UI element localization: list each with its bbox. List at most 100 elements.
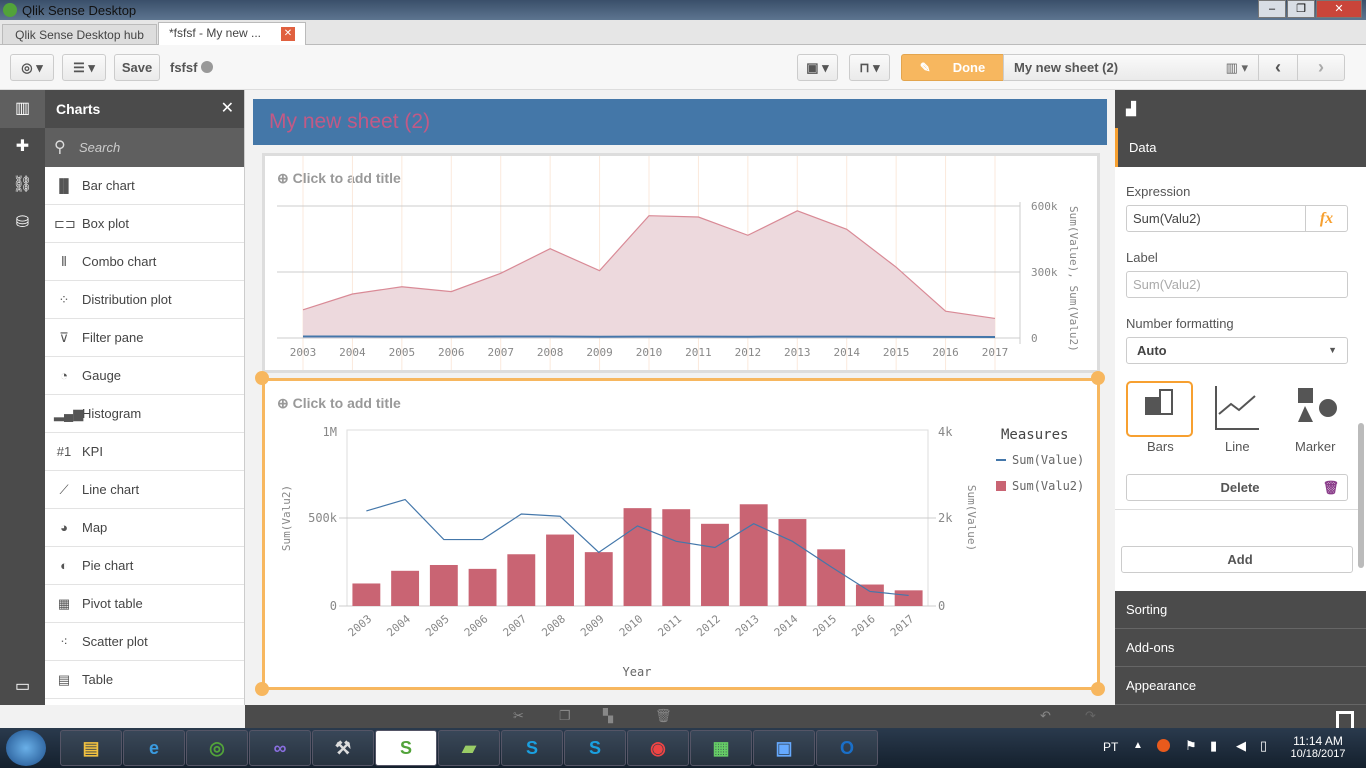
combo-chart[interactable]: ⊕ Click to add title 0 0 500k 2k 1M 4k 2003 200… xyxy=(262,378,1100,690)
explorer-icon[interactable]: ▤ xyxy=(60,730,122,766)
label-input[interactable]: Sum(Valu2) xyxy=(1126,271,1348,298)
skype-business-icon[interactable]: S xyxy=(564,730,626,766)
bar-sum-valu2 xyxy=(584,552,613,606)
chart-type-item[interactable]: ⫴ Combo chart xyxy=(45,243,244,281)
qlik-sense-icon[interactable]: S xyxy=(375,730,437,766)
qlikview-icon[interactable]: ◎ xyxy=(186,730,248,766)
panel-footer xyxy=(1115,705,1366,728)
x-tick-label: 2004 xyxy=(339,346,366,359)
scrollbar[interactable] xyxy=(1358,423,1364,568)
redo-icon[interactable]: ↷ xyxy=(1085,708,1096,724)
chart-type-item[interactable]: ⟋ Line chart xyxy=(45,471,244,509)
toggle-panel-icon[interactable] xyxy=(1336,711,1354,728)
chart-type-item[interactable]: ◐ Pie chart xyxy=(45,547,244,585)
network-icon[interactable]: ▯ xyxy=(1260,738,1267,754)
internet-explorer-icon[interactable]: e xyxy=(123,730,185,766)
bar-sum-valu2 xyxy=(546,534,574,606)
resize-handle-icon[interactable] xyxy=(255,371,269,385)
resize-handle-icon[interactable] xyxy=(1091,682,1105,696)
properties-header: ▟ xyxy=(1115,90,1366,128)
sheet-selector[interactable]: My new sheet (2) ▥ ▾ xyxy=(1003,54,1259,81)
chart-type-item[interactable]: ◕ Map xyxy=(45,509,244,547)
copy-icon[interactable]: ❐ xyxy=(559,708,571,724)
x-tick-label: 2005 xyxy=(423,612,452,639)
chart-type-item[interactable]: ◔ Gauge xyxy=(45,357,244,395)
volume-icon[interactable]: ◀ xyxy=(1236,738,1246,754)
chart-type-item[interactable]: ▐▌ Bar chart xyxy=(45,167,244,205)
remote-desktop-icon[interactable]: ▣ xyxy=(753,730,815,766)
minimize-button[interactable]: ‒ xyxy=(1258,0,1286,18)
addons-section[interactable]: Add-ons xyxy=(1115,629,1366,667)
clock[interactable]: 11:14 AM 10/18/2017 xyxy=(1287,734,1349,760)
marker-type-button[interactable] xyxy=(1298,388,1338,428)
chart-type-item[interactable]: ⁖ Scatter plot xyxy=(45,623,244,661)
fx-button[interactable]: fx xyxy=(1305,206,1347,231)
outlook-icon[interactable]: O xyxy=(816,730,878,766)
y-tick-label: 0 xyxy=(1031,332,1038,345)
resize-handle-icon[interactable] xyxy=(1091,371,1105,385)
tab-sheet[interactable]: *fsfsf - My new ... ✕ xyxy=(158,22,306,46)
line-type-button[interactable] xyxy=(1215,386,1259,430)
chart-type-item[interactable]: ⁘ Distribution plot xyxy=(45,281,244,319)
number-formatting-select[interactable]: Auto ▼ xyxy=(1126,337,1348,364)
chart-type-icon: ◐ xyxy=(60,558,68,573)
more-icon[interactable] xyxy=(201,61,214,73)
sorting-section[interactable]: Sorting xyxy=(1115,591,1366,629)
menu-button[interactable]: ☰ ▾ xyxy=(62,54,106,81)
tray-arrow-icon[interactable]: ▲ xyxy=(1133,740,1143,751)
undo-icon[interactable]: ↶ xyxy=(1040,708,1051,724)
master-items-rail-button[interactable]: ⛁ xyxy=(0,204,45,242)
flag-icon[interactable]: ⚑ xyxy=(1185,738,1197,754)
update-icon[interactable] xyxy=(1157,739,1170,752)
expression-input[interactable]: Sum(Valu2) fx xyxy=(1126,205,1348,232)
delete-button[interactable]: Delete 🗑 xyxy=(1126,474,1348,501)
area-chart[interactable]: ⊕ Click to add title 0 300k 600k 2003 2004 20… xyxy=(262,153,1100,373)
chart-type-item[interactable]: #1 KPI xyxy=(45,433,244,471)
charts-panel-header: Charts ✕ xyxy=(45,90,244,128)
paste-icon[interactable]: ▚ xyxy=(603,708,613,724)
bar-sum-valu2 xyxy=(701,523,729,606)
save-button[interactable]: Save xyxy=(114,54,160,81)
skype-icon[interactable]: S xyxy=(501,730,563,766)
add-button[interactable]: Add xyxy=(1121,546,1353,573)
done-button[interactable]: ✎ Done xyxy=(901,54,1004,81)
previous-sheet-button[interactable]: ‹ xyxy=(1258,54,1298,81)
bookmark-button[interactable]: ⊓ ▾ xyxy=(849,54,890,81)
tab-hub[interactable]: Qlik Sense Desktop hub xyxy=(2,24,157,45)
bars-type-button[interactable] xyxy=(1126,381,1193,437)
fields-rail-button[interactable]: ⛓ xyxy=(0,166,45,204)
appearance-section[interactable]: Appearance xyxy=(1115,667,1366,705)
infinity-app-icon[interactable]: ∞ xyxy=(249,730,311,766)
present-button[interactable]: ▣ ▾ xyxy=(797,54,838,81)
next-sheet-button[interactable]: › xyxy=(1297,54,1345,81)
sheet-title[interactable]: My new sheet (2) xyxy=(253,99,1107,145)
chart-type-item[interactable]: ⊽ Filter pane xyxy=(45,319,244,357)
chart-type-item[interactable]: ▤ Table xyxy=(45,661,244,699)
chart-type-item[interactable]: ▂▄▆ Histogram xyxy=(45,395,244,433)
details-rail-button[interactable]: ▭ xyxy=(0,668,45,706)
search-input[interactable]: ⚲ Search xyxy=(45,128,244,167)
data-section-tab[interactable]: Data xyxy=(1115,128,1366,167)
resize-handle-icon[interactable] xyxy=(255,682,269,696)
chart-type-icon: ◔ xyxy=(60,368,68,383)
maximize-button[interactable]: ❐ xyxy=(1287,0,1315,18)
task-manager-icon[interactable]: ▦ xyxy=(690,730,752,766)
delete-icon[interactable]: 🗑 xyxy=(655,708,672,724)
chart-type-icon: ◕ xyxy=(60,520,68,535)
close-icon[interactable]: ✕ xyxy=(221,90,234,128)
chrome-icon[interactable]: ◉ xyxy=(627,730,689,766)
chart-type-item[interactable]: ⊏⊐ Box plot xyxy=(45,205,244,243)
charts-rail-button[interactable]: ▥ xyxy=(0,90,45,128)
list-icon: ☰ ▾ xyxy=(73,60,95,75)
extensions-rail-button[interactable]: ✚ xyxy=(0,128,45,166)
cut-icon[interactable]: ✂ xyxy=(513,708,524,724)
battery-icon[interactable]: ▮ xyxy=(1210,738,1217,754)
close-tab-icon[interactable]: ✕ xyxy=(281,27,295,41)
close-window-button[interactable]: ✕ xyxy=(1316,0,1362,18)
chart-type-item[interactable]: ▦ Pivot table xyxy=(45,585,244,623)
tools-icon[interactable]: ⚒ xyxy=(312,730,374,766)
start-button[interactable] xyxy=(6,730,46,766)
navigation-button[interactable]: ◎ ▾ xyxy=(10,54,54,81)
language-indicator[interactable]: PT xyxy=(1103,740,1118,754)
sticky-notes-icon[interactable]: ▰ xyxy=(438,730,500,766)
